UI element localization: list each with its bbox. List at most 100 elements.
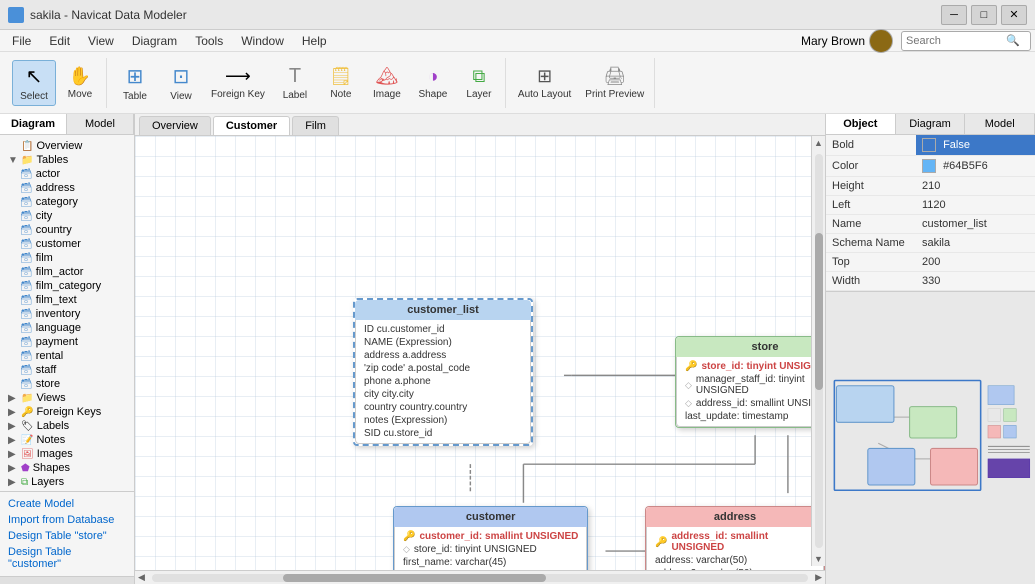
- minimize-button[interactable]: ─: [941, 5, 967, 25]
- hscroll-left-arrow[interactable]: ◀: [135, 572, 148, 583]
- tree-foreign-keys[interactable]: ▶ 🔑 Foreign Keys: [4, 405, 130, 419]
- tree-views[interactable]: ▶ 📁 Views: [4, 391, 130, 405]
- hscroll-track[interactable]: [152, 574, 808, 582]
- menu-window[interactable]: Window: [233, 32, 292, 50]
- film-label: film: [36, 252, 53, 264]
- tree-staff[interactable]: 🗃 staff: [4, 363, 130, 377]
- vscroll-down-arrow[interactable]: ▼: [812, 552, 826, 566]
- vscroll-thumb[interactable]: [815, 233, 823, 391]
- properties-table: Bold False Color #64B5F6 Height 210: [826, 135, 1035, 291]
- tree-inventory[interactable]: 🗃 inventory: [4, 307, 130, 321]
- store-table[interactable]: store 🔑 store_id: tinyint UNSIGNED ◇ man…: [675, 336, 825, 428]
- tree-film-category[interactable]: 🗃 film_category: [4, 279, 130, 293]
- shapes-folder-icon: ⬟: [21, 463, 30, 474]
- search-box[interactable]: 🔍: [901, 31, 1031, 51]
- title-bar-controls[interactable]: ─ □ ✕: [941, 5, 1027, 25]
- label-tool-button[interactable]: T Label: [273, 60, 317, 106]
- film-tab[interactable]: Film: [292, 116, 339, 135]
- tree-city[interactable]: 🗃 city: [4, 209, 130, 223]
- customer-tab[interactable]: Customer: [213, 116, 290, 135]
- prop-left: Left 1120: [826, 196, 1035, 215]
- table-tool-button[interactable]: ⊞ Table: [113, 60, 157, 106]
- left-scrollbar[interactable]: [0, 576, 134, 584]
- diagram-tab-right[interactable]: Diagram: [896, 114, 966, 134]
- tree-notes[interactable]: ▶ 📝 Notes: [4, 433, 130, 447]
- store-name: store: [752, 341, 779, 353]
- foreign-key-tool-button[interactable]: ⟶ Foreign Key: [205, 60, 271, 106]
- search-input[interactable]: [906, 35, 1006, 47]
- tree-film[interactable]: 🗃 film: [4, 251, 130, 265]
- model-tab[interactable]: Model: [67, 114, 134, 134]
- model-tab-right[interactable]: Model: [965, 114, 1035, 134]
- tree-overview[interactable]: 📋 Overview: [4, 139, 130, 153]
- select-label: Select: [20, 91, 48, 102]
- image-tool-button[interactable]: 🏔 Image: [365, 60, 409, 106]
- canvas-vertical-scrollbar[interactable]: ▲ ▼: [811, 136, 825, 566]
- field-phone: phone a.phone: [356, 375, 530, 388]
- tree-film-text[interactable]: 🗃 film_text: [4, 293, 130, 307]
- labels-folder-icon: 🏷: [21, 421, 34, 432]
- vscroll-up-arrow[interactable]: ▲: [812, 136, 826, 150]
- object-tab[interactable]: Object: [826, 114, 896, 134]
- tree-area: 📋 Overview ▼ 📁 Tables 🗃 actor 🗃 address …: [0, 135, 134, 491]
- prop-height-value: 210: [916, 177, 1035, 196]
- customer-list-table[interactable]: customer_list ID cu.customer_id NAME (Ex…: [353, 298, 533, 446]
- view-icon: ⊡: [173, 64, 190, 89]
- shape-tool-button[interactable]: ◑ Shape: [411, 60, 455, 106]
- tables-label: Tables: [36, 154, 68, 166]
- design-store-link[interactable]: Design Table "store": [4, 528, 130, 544]
- prop-top: Top 200: [826, 253, 1035, 272]
- store-field-3: last_update: timestamp: [677, 410, 825, 423]
- view-tool-button[interactable]: ⊡ View: [159, 60, 203, 106]
- layout-group: ⊞ Auto Layout 🖨 Print Preview: [508, 58, 655, 108]
- overview-tab[interactable]: Overview: [139, 116, 211, 135]
- layer-tool-button[interactable]: ⧉ Layer: [457, 60, 501, 106]
- close-button[interactable]: ✕: [1001, 5, 1027, 25]
- title-bar-left: sakila - Navicat Data Modeler: [8, 7, 187, 23]
- canvas-horizontal-scrollbar[interactable]: ◀ ▶: [135, 570, 825, 584]
- move-tool-button[interactable]: ✋ Move: [58, 60, 102, 106]
- app-icon: [8, 7, 24, 23]
- menu-tools[interactable]: Tools: [187, 32, 231, 50]
- menu-edit[interactable]: Edit: [41, 32, 78, 50]
- tree-images[interactable]: ▶ 🖼 Images: [4, 447, 130, 461]
- menu-file[interactable]: File: [4, 32, 39, 50]
- tree-store[interactable]: 🗃 store: [4, 377, 130, 391]
- address-table[interactable]: address 🔑 address_id: smallint UNSIGNED …: [645, 506, 825, 580]
- design-customer-link[interactable]: Design Table "customer": [4, 544, 130, 572]
- menu-view[interactable]: View: [80, 32, 122, 50]
- table-icon-staff: 🗃: [20, 365, 33, 376]
- tree-category[interactable]: 🗃 category: [4, 195, 130, 209]
- tree-labels[interactable]: ▶ 🏷 Labels: [4, 419, 130, 433]
- hscroll-right-arrow[interactable]: ▶: [812, 572, 825, 583]
- hscroll-thumb[interactable]: [283, 574, 545, 582]
- tree-language[interactable]: 🗃 language: [4, 321, 130, 335]
- tree-payment[interactable]: 🗃 payment: [4, 335, 130, 349]
- tree-actor[interactable]: 🗃 actor: [4, 167, 130, 181]
- menu-diagram[interactable]: Diagram: [124, 32, 185, 50]
- canvas-content[interactable]: customer_list ID cu.customer_id NAME (Ex…: [135, 136, 825, 580]
- actor-label: actor: [36, 168, 60, 180]
- tree-layers[interactable]: ▶ ⧉ Layers: [4, 475, 130, 489]
- import-db-link[interactable]: Import from Database: [4, 512, 130, 528]
- tree-rental[interactable]: 🗃 rental: [4, 349, 130, 363]
- tree-film-actor[interactable]: 🗃 film_actor: [4, 265, 130, 279]
- menu-help[interactable]: Help: [294, 32, 335, 50]
- auto-layout-button[interactable]: ⊞ Auto Layout: [512, 60, 577, 106]
- tree-shapes[interactable]: ▶ ⬟ Shapes: [4, 461, 130, 475]
- create-model-link[interactable]: Create Model: [4, 496, 130, 512]
- tree-address[interactable]: 🗃 address: [4, 181, 130, 195]
- vscroll-track[interactable]: [815, 154, 823, 548]
- layers-folder-icon: ⧉: [21, 477, 28, 488]
- tree-customer[interactable]: 🗃 customer: [4, 237, 130, 251]
- tree-tables[interactable]: ▼ 📁 Tables: [4, 153, 130, 167]
- tree-country[interactable]: 🗃 country: [4, 223, 130, 237]
- note-tool-button[interactable]: 🗒 Note: [319, 60, 363, 106]
- maximize-button[interactable]: □: [971, 5, 997, 25]
- diagram-tab[interactable]: Diagram: [0, 114, 67, 134]
- addr-field-0: 🔑 address_id: smallint UNSIGNED: [647, 530, 823, 554]
- select-tool-button[interactable]: ↖ Select: [12, 60, 56, 106]
- customer-table[interactable]: customer 🔑 customer_id: smallint UNSIGNE…: [393, 506, 588, 580]
- print-preview-button[interactable]: 🖨 Print Preview: [579, 60, 650, 106]
- expand-labels-icon: ▶: [8, 421, 18, 432]
